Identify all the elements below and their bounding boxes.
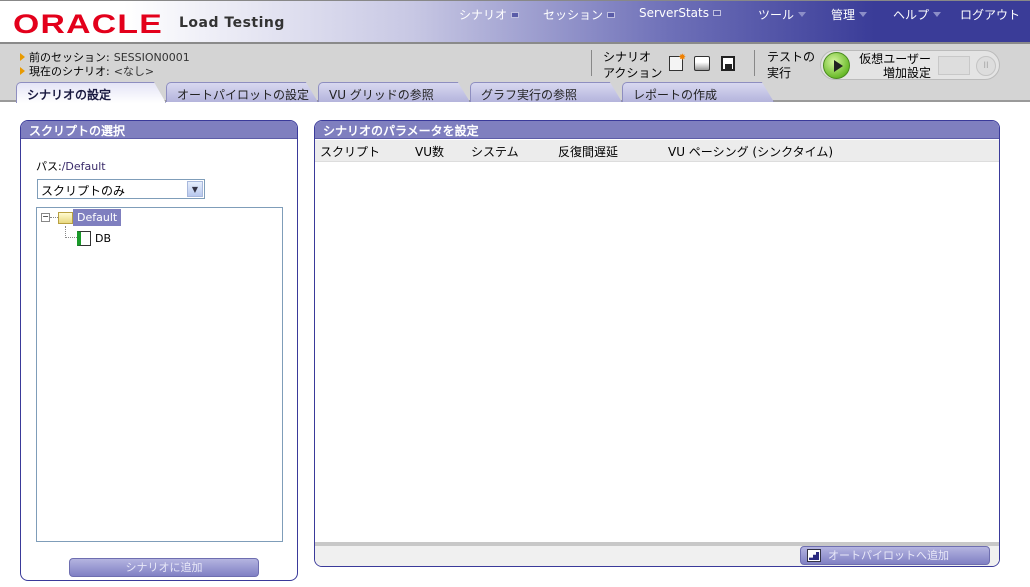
scenario-parameters-panel: シナリオのパラメータを設定 スクリプト VU数 システム 反復間遅延 VU ペー… [314, 120, 1000, 567]
tab-graph-view[interactable]: グラフ実行の参照 [470, 82, 622, 102]
menu-label: ログアウト [960, 8, 1021, 22]
column-system: システム [471, 145, 519, 159]
menu-label: セッション [543, 8, 604, 22]
save-icon[interactable] [721, 56, 735, 71]
menu-help[interactable]: ヘルプ [893, 6, 942, 23]
column-vu-pacing: VU ペーシング (シンクタイム) [668, 145, 834, 159]
menu-admin[interactable]: 管理 [831, 6, 868, 23]
tab-vu-grid[interactable]: VU グリッドの参照 [318, 82, 470, 102]
autopilot-icon [807, 549, 821, 562]
vu-ramp-button[interactable] [938, 56, 970, 75]
tab-autopilot-settings[interactable]: オートパイロットの設定 [166, 82, 318, 102]
column-vu-count: VU数 [415, 145, 444, 159]
tree-node-default[interactable]: Default [73, 209, 122, 226]
app-header: ORACLE Load Testing シナリオ セッション ServerSta… [0, 0, 1030, 44]
script-tree: − Default DB [36, 207, 283, 542]
dropdown-icon [511, 11, 520, 18]
arrow-icon [20, 53, 25, 61]
script-filter-select[interactable]: スクリプトのみ ▼ [37, 179, 205, 199]
script-selection-panel: スクリプトの選択 パス:/Default スクリプトのみ ▼ − Default … [20, 120, 298, 581]
parameters-table-header: スクリプト VU数 システム 反復間遅延 VU ペーシング (シンクタイム) [315, 140, 999, 162]
chevron-down-icon [859, 12, 868, 17]
tab-scenario-settings[interactable]: シナリオの設定 [16, 82, 166, 103]
panel-title: スクリプトの選択 [21, 121, 297, 139]
panel-footer: オートパイロットへ追加 [315, 542, 999, 566]
menu-label: 管理 [831, 8, 856, 22]
arrow-icon [20, 67, 25, 75]
run-controls: 仮想ユーザー 増加設定 II [820, 50, 1000, 80]
current-scenario-info: 現在のシナリオ: <なし> [20, 63, 154, 79]
tab-report[interactable]: レポートの作成 [622, 82, 774, 102]
chevron-down-icon [798, 12, 807, 17]
oracle-logo: ORACLE [13, 9, 163, 39]
add-to-scenario-button[interactable]: シナリオに追加 [69, 558, 259, 577]
chevron-down-icon [933, 12, 942, 17]
tree-line [50, 217, 58, 218]
open-folder-icon[interactable] [694, 56, 710, 71]
path-display: パス:/Default [36, 160, 106, 173]
value: SESSION0001 [113, 50, 190, 64]
menu-scenario[interactable]: シナリオ [459, 6, 520, 23]
vu-ramp-label: 仮想ユーザー 増加設定 [859, 52, 931, 80]
tree-node-db[interactable]: DB [95, 232, 111, 245]
script-icon [77, 231, 91, 246]
tree-line [65, 226, 77, 238]
folder-icon [58, 212, 73, 224]
dropdown-icon [712, 10, 721, 16]
pause-button[interactable]: II [976, 56, 996, 76]
collapse-icon[interactable]: − [41, 213, 50, 222]
play-button[interactable] [823, 52, 850, 79]
product-title: Load Testing [179, 15, 285, 31]
divider [754, 50, 755, 76]
menu-label: ServerStats [639, 6, 709, 20]
panel-title: シナリオのパラメータを設定 [315, 121, 999, 139]
value: <なし> [113, 65, 155, 78]
menu-tools[interactable]: ツール [758, 6, 807, 23]
column-iteration-delay: 反復間遅延 [558, 145, 619, 159]
menu-session[interactable]: セッション [543, 6, 616, 23]
dropdown-icon [607, 11, 616, 18]
menu-logout[interactable]: ログアウト [960, 6, 1020, 23]
label: 現在のシナリオ: [29, 65, 110, 78]
menu-serverstats[interactable]: ServerStats [639, 6, 721, 20]
column-script: スクリプト [320, 145, 381, 159]
menu-label: ツール [758, 8, 795, 22]
scenario-action-label: シナリオ アクション [603, 50, 663, 80]
new-scenario-icon[interactable]: ✸ [669, 53, 686, 71]
menu-label: シナリオ [459, 8, 508, 22]
add-to-autopilot-button[interactable]: オートパイロットへ追加 [800, 546, 990, 565]
chevron-down-icon: ▼ [187, 181, 203, 197]
menu-label: ヘルプ [893, 8, 930, 22]
divider [591, 50, 592, 76]
run-test-label: テストの 実行 [767, 50, 816, 80]
